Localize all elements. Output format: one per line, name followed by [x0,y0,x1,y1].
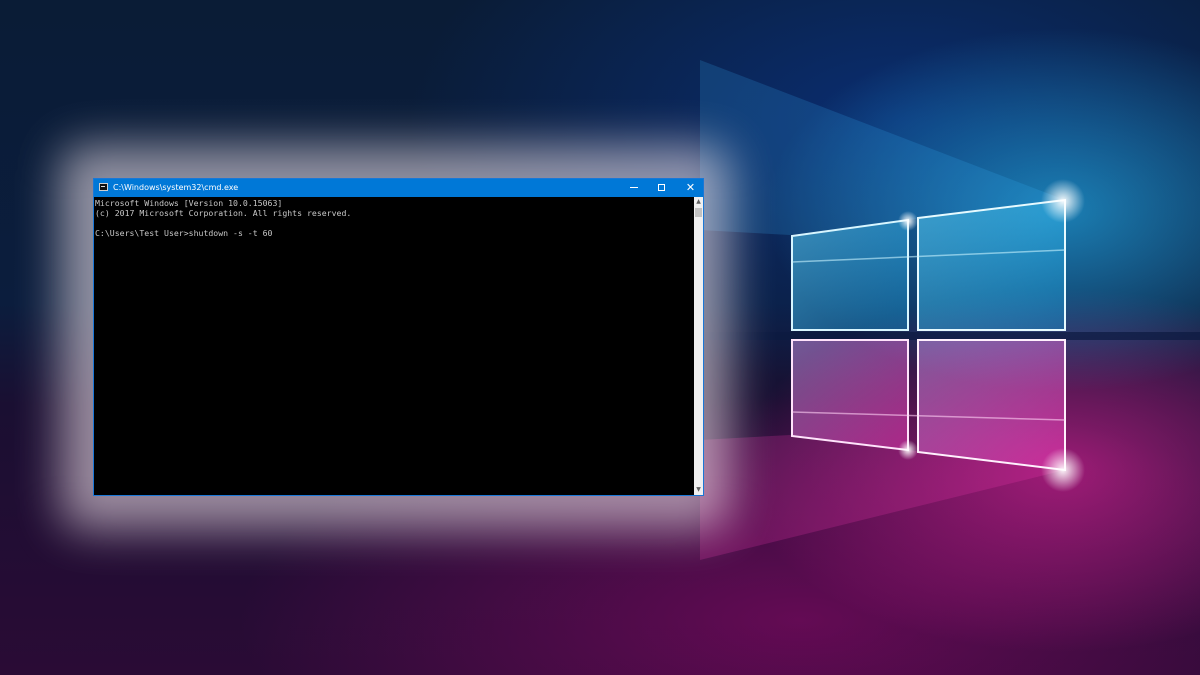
cmd-icon[interactable] [99,183,108,191]
console-line: Microsoft Windows [Version 10.0.15063] [95,198,283,208]
window-title: C:\Windows\system32\cmd.exe [113,183,239,192]
title-bar[interactable]: C:\Windows\system32\cmd.exe ✕ [94,179,703,197]
logo-pane-bottom-right [917,339,1066,472]
minimize-icon [630,187,638,188]
logo-pane-top-right [917,198,1066,331]
scroll-down-arrow-icon[interactable]: ▼ [694,485,703,495]
cmd-window[interactable]: C:\Windows\system32\cmd.exe ✕ Microsoft … [93,178,704,496]
close-button[interactable]: ✕ [676,179,705,197]
scroll-up-arrow-icon[interactable]: ▲ [694,197,703,207]
console-line: (c) 2017 Microsoft Corporation. All righ… [95,208,352,218]
console-output[interactable]: Microsoft Windows [Version 10.0.15063] (… [94,197,694,495]
desktop-wallpaper: C:\Windows\system32\cmd.exe ✕ Microsoft … [0,0,1200,675]
maximize-icon [658,184,665,191]
scroll-thumb[interactable] [695,208,702,217]
console-prompt-line: C:\Users\Test User>shutdown -s -t 60 [95,228,273,238]
vertical-scrollbar[interactable]: ▲ ▼ [694,197,703,495]
maximize-button[interactable] [648,179,677,197]
minimize-button[interactable] [620,179,649,197]
logo-pane-bottom-left [791,339,909,452]
close-icon: ✕ [685,181,696,194]
logo-pane-top-left [791,218,909,331]
